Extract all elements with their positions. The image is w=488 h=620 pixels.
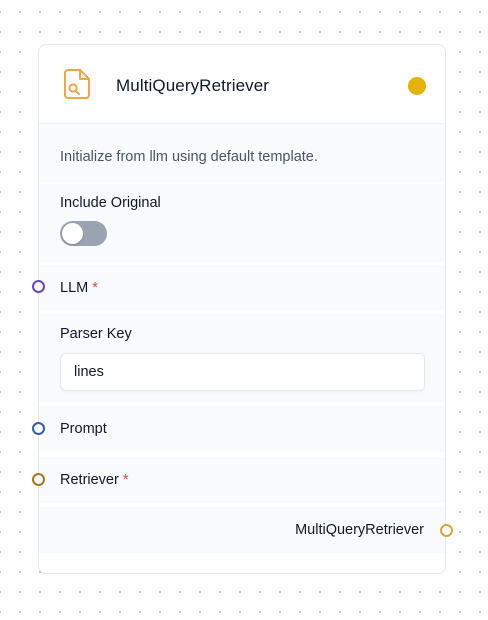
- llm-input-handle[interactable]: [32, 280, 45, 293]
- llm-input-section: LLM *: [39, 265, 445, 310]
- output-section: MultiQueryRetriever: [39, 507, 445, 553]
- retriever-input-section: Retriever *: [39, 457, 445, 503]
- output-handle[interactable]: [440, 524, 453, 537]
- multiquery-retriever-node[interactable]: MultiQueryRetriever Initialize from llm …: [38, 44, 446, 574]
- include-original-label: Include Original: [60, 195, 161, 211]
- parser-key-label: Parser Key: [60, 326, 132, 342]
- status-indicator: [408, 77, 426, 95]
- required-mark: *: [92, 280, 98, 296]
- file-search-icon: [64, 69, 90, 99]
- prompt-input-section: Prompt: [39, 406, 445, 452]
- required-mark: *: [122, 472, 129, 488]
- retriever-input-handle[interactable]: [32, 473, 45, 486]
- include-original-section: Include Original: [39, 184, 445, 262]
- retriever-label: Retriever *: [60, 472, 128, 488]
- node-description: Initialize from llm using default templa…: [60, 149, 318, 165]
- node-header[interactable]: MultiQueryRetriever: [39, 45, 445, 123]
- parser-key-section: Parser Key lines: [39, 314, 445, 402]
- output-label: MultiQueryRetriever: [295, 522, 424, 538]
- llm-label: LLM *: [60, 280, 98, 296]
- llm-label-text: LLM: [60, 280, 89, 296]
- prompt-input-handle[interactable]: [32, 422, 45, 435]
- retriever-label-text: Retriever: [60, 472, 119, 488]
- node-description-section: Initialize from llm using default templa…: [39, 123, 445, 182]
- prompt-label: Prompt: [60, 421, 107, 437]
- parser-key-input[interactable]: lines: [60, 353, 425, 391]
- include-original-toggle[interactable]: [60, 221, 107, 246]
- node-title: MultiQueryRetriever: [116, 76, 270, 95]
- toggle-knob: [62, 223, 83, 244]
